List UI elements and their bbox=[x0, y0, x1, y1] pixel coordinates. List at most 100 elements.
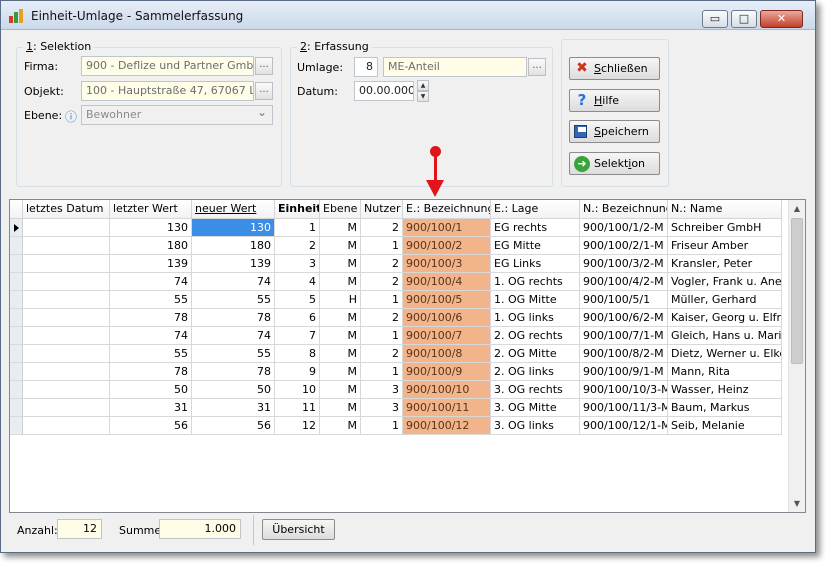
row-indicator[interactable] bbox=[10, 219, 23, 237]
table-cell-e-bezeichnung: 900/100/3 bbox=[403, 255, 491, 273]
table-cell-neuer-wert[interactable]: 139 bbox=[192, 255, 275, 273]
table-cell-letzter-wert: 55 bbox=[110, 291, 192, 309]
table-cell-ebene: M bbox=[320, 219, 361, 237]
column-header-e-bezeichnung[interactable]: E.: Bezeichnung bbox=[403, 200, 491, 219]
column-header-e-lage[interactable]: E.: Lage bbox=[491, 200, 580, 219]
minimize-button[interactable]: ▭ bbox=[702, 10, 728, 28]
datum-spin-up-button[interactable]: ▲ bbox=[417, 80, 429, 91]
scroll-up-arrow-icon[interactable]: ▲ bbox=[789, 201, 805, 217]
row-indicator[interactable] bbox=[10, 291, 23, 309]
overview-button[interactable]: Übersicht bbox=[262, 519, 335, 540]
table-cell-letzter-wert: 78 bbox=[110, 363, 192, 381]
column-header-ebene[interactable]: Ebene bbox=[320, 200, 361, 219]
table-cell-letztes-datum bbox=[23, 345, 110, 363]
row-indicator[interactable] bbox=[10, 237, 23, 255]
column-header-n-bezeichnung[interactable]: N.: Bezeichnung bbox=[580, 200, 668, 219]
table-cell-n-bezeichnung: 900/100/10/3-M bbox=[580, 381, 668, 399]
row-indicator[interactable] bbox=[10, 255, 23, 273]
table-cell-neuer-wert[interactable]: 74 bbox=[192, 273, 275, 291]
column-header-n-name[interactable]: N.: Name bbox=[668, 200, 782, 219]
column-header-letzter-wert[interactable]: letzter Wert bbox=[110, 200, 192, 219]
ebene-dropdown[interactable]: Bewohner ⌄ bbox=[81, 105, 273, 125]
maximize-button[interactable]: □ bbox=[731, 10, 757, 28]
objekt-label: Objekt: bbox=[24, 85, 64, 98]
column-header-neuer-wert[interactable]: neuer Wert bbox=[192, 200, 275, 219]
scroll-down-arrow-icon[interactable]: ▼ bbox=[789, 496, 805, 512]
summe-label: Summe: bbox=[119, 524, 165, 537]
row-indicator[interactable] bbox=[10, 381, 23, 399]
close-window-button[interactable]: ✕ bbox=[760, 10, 803, 28]
table-cell-neuer-wert[interactable]: 78 bbox=[192, 309, 275, 327]
umlage-browse-button[interactable]: ... bbox=[528, 58, 546, 76]
table-cell-ebene: M bbox=[320, 381, 361, 399]
row-indicator[interactable] bbox=[10, 345, 23, 363]
scrollbar-thumb[interactable] bbox=[791, 218, 803, 364]
table-cell-nutzer: 3 bbox=[361, 399, 403, 417]
row-indicator[interactable] bbox=[10, 363, 23, 381]
table-cell-neuer-wert[interactable]: 130 bbox=[192, 219, 275, 237]
table-cell-n-name: Seib, Melanie bbox=[668, 417, 782, 435]
table-cell-n-name: Baum, Markus bbox=[668, 399, 782, 417]
anzahl-label: Anzahl: bbox=[17, 524, 58, 537]
table-cell-letzter-wert: 74 bbox=[110, 273, 192, 291]
save-button[interactable]: Speichern bbox=[569, 120, 660, 143]
close-button[interactable]: ✖ Schließen bbox=[569, 57, 660, 80]
table-cell-ebene: M bbox=[320, 273, 361, 291]
objekt-browse-button[interactable]: ... bbox=[255, 82, 273, 100]
annotation-arrow-shaft bbox=[434, 152, 437, 182]
table-cell-letztes-datum bbox=[23, 417, 110, 435]
table-cell-neuer-wert[interactable]: 78 bbox=[192, 363, 275, 381]
table-cell-letzter-wert: 55 bbox=[110, 345, 192, 363]
table-cell-n-bezeichnung: 900/100/6/2-M bbox=[580, 309, 668, 327]
table-cell-e-bezeichnung: 900/100/12 bbox=[403, 417, 491, 435]
summe-field: 1.000 bbox=[159, 519, 241, 539]
table-cell-neuer-wert[interactable]: 74 bbox=[192, 327, 275, 345]
table-cell-e-lage: 2. OG rechts bbox=[491, 327, 580, 345]
table-cell-n-bezeichnung: 900/100/4/2-M bbox=[580, 273, 668, 291]
table-cell-e-lage: EG Links bbox=[491, 255, 580, 273]
firma-field[interactable]: 900 - Deflize und Partner GmbH Imr bbox=[81, 56, 254, 76]
table-cell-einheit: 2 bbox=[275, 237, 320, 255]
row-indicator[interactable] bbox=[10, 399, 23, 417]
table-cell-neuer-wert[interactable]: 55 bbox=[192, 345, 275, 363]
table-cell-neuer-wert[interactable]: 31 bbox=[192, 399, 275, 417]
table-cell-e-bezeichnung: 900/100/8 bbox=[403, 345, 491, 363]
table-cell-n-name: Müller, Gerhard bbox=[668, 291, 782, 309]
table-cell-letztes-datum bbox=[23, 273, 110, 291]
table-cell-nutzer: 1 bbox=[361, 237, 403, 255]
table-cell-nutzer: 1 bbox=[361, 291, 403, 309]
row-indicator[interactable] bbox=[10, 327, 23, 345]
datum-field[interactable]: 00.00.0000 bbox=[354, 81, 414, 101]
objekt-field[interactable]: 100 - Hauptstraße 47, 67067 Ludwi bbox=[81, 81, 254, 101]
row-indicator[interactable] bbox=[10, 309, 23, 327]
datum-spin-down-button[interactable]: ▼ bbox=[417, 91, 429, 102]
table-cell-einheit: 4 bbox=[275, 273, 320, 291]
help-button[interactable]: ? Hilfe bbox=[569, 89, 660, 112]
umlage-name-field[interactable]: ME-Anteil bbox=[383, 57, 527, 77]
table-cell-neuer-wert[interactable]: 180 bbox=[192, 237, 275, 255]
vertical-scrollbar[interactable]: ▲ ▼ bbox=[788, 200, 805, 512]
umlage-number-field[interactable]: 8 bbox=[354, 57, 378, 77]
header-corner bbox=[10, 200, 23, 219]
table-cell-einheit: 11 bbox=[275, 399, 320, 417]
row-indicator[interactable] bbox=[10, 417, 23, 435]
table-cell-nutzer: 2 bbox=[361, 345, 403, 363]
table-cell-ebene: M bbox=[320, 345, 361, 363]
table-cell-letzter-wert: 56 bbox=[110, 417, 192, 435]
column-header-nutzer[interactable]: Nutzer bbox=[361, 200, 403, 219]
table-cell-neuer-wert[interactable]: 50 bbox=[192, 381, 275, 399]
selection-button[interactable]: ➜ Selektion bbox=[569, 152, 660, 175]
table-cell-n-bezeichnung: 900/100/5/1 bbox=[580, 291, 668, 309]
column-header-letztes-datum[interactable]: letztes Datum bbox=[23, 200, 110, 219]
table-cell-nutzer: 1 bbox=[361, 363, 403, 381]
table-cell-n-bezeichnung: 900/100/8/2-M bbox=[580, 345, 668, 363]
data-grid[interactable]: letztes Datum letzter Wert neuer Wert Einhe… bbox=[9, 199, 806, 513]
firma-browse-button[interactable]: ... bbox=[255, 57, 273, 75]
table-cell-letzter-wert: 50 bbox=[110, 381, 192, 399]
table-cell-neuer-wert[interactable]: 55 bbox=[192, 291, 275, 309]
app-window: Einheit-Umlage - Sammelerfassung ▭ □ ✕ 1… bbox=[0, 0, 816, 553]
column-header-einheit[interactable]: Einheit bbox=[275, 200, 320, 219]
row-indicator[interactable] bbox=[10, 273, 23, 291]
table-cell-e-bezeichnung: 900/100/4 bbox=[403, 273, 491, 291]
table-cell-neuer-wert[interactable]: 56 bbox=[192, 417, 275, 435]
